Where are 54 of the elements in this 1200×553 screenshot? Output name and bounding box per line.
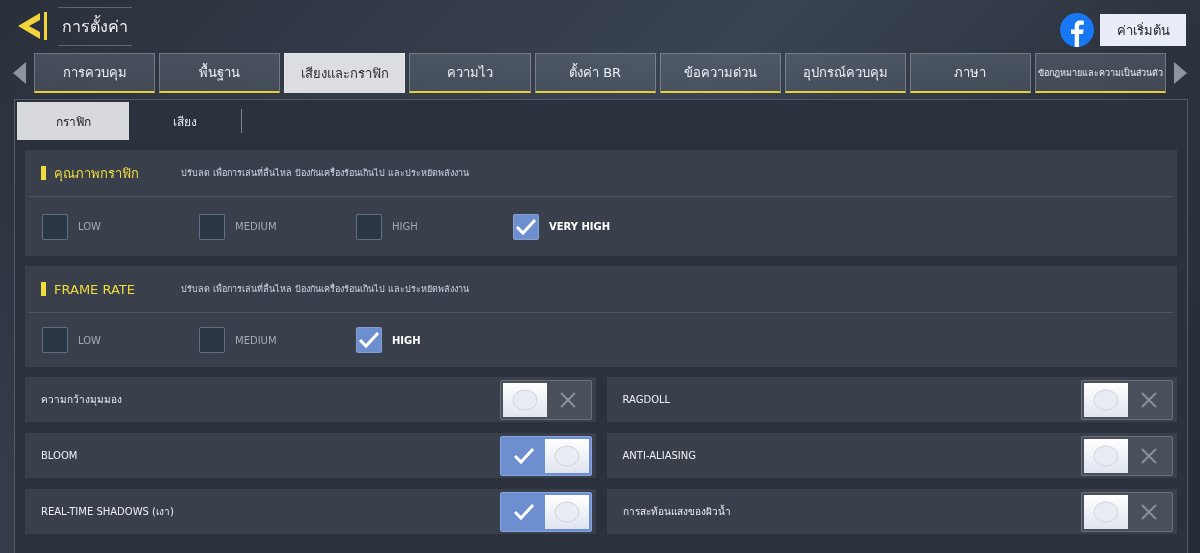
check-icon <box>358 331 380 349</box>
section-title: FRAME RATE <box>41 281 181 297</box>
check-icon <box>515 217 537 236</box>
section-hint: ปรับลด เพื่อการเล่นที่ลื่นไหล ป้องกันเครื่องร้อนเกินไป และประหยัดพลังงาน <box>181 282 469 296</box>
knob-icon <box>553 444 580 467</box>
toggle-switch[interactable] <box>499 435 592 476</box>
setting-label: RAGDOLL <box>622 394 671 405</box>
option-label: LOW <box>78 334 101 346</box>
setting-label: ANTI-ALIASING <box>622 450 696 461</box>
option-label: LOW <box>78 221 101 232</box>
checkbox[interactable] <box>199 213 225 240</box>
knob-icon <box>1093 388 1119 411</box>
option-label: MEDIUM <box>235 334 277 346</box>
page-title: การตั้งค่า <box>58 6 132 46</box>
tab[interactable]: ความไว <box>409 53 531 93</box>
tab[interactable]: อุปกรณ์ควบคุม <box>784 53 906 93</box>
option-label: HIGH <box>392 334 421 346</box>
option-label: VERY HIGH <box>549 221 611 232</box>
close-icon <box>1140 502 1158 521</box>
reset-button[interactable]: ค่าเริ่มต้น <box>1100 14 1186 46</box>
checkbox[interactable] <box>42 327 68 353</box>
close-icon <box>1140 390 1158 409</box>
tab[interactable]: ตั้งค่า BR <box>534 53 656 93</box>
checkbox[interactable] <box>356 213 382 240</box>
sub-tab[interactable]: กราฟิก <box>17 102 129 140</box>
section-hint: ปรับลด เพื่อการเล่นที่ลื่นไหล ป้องกันเครื่องร้อนเกินไป และประหยัดพลังงาน <box>181 166 469 180</box>
setting-label: ความกว้างมุมมอง <box>41 393 122 407</box>
checkbox[interactable] <box>513 213 539 240</box>
option-label: MEDIUM <box>235 221 277 232</box>
check-icon <box>512 502 535 521</box>
tab[interactable]: การควบคุม <box>34 53 156 93</box>
close-icon <box>558 390 577 409</box>
tab[interactable]: ภาษา <box>909 53 1031 93</box>
tab[interactable]: เสียงและกราฟิก <box>284 53 406 93</box>
knob-icon <box>553 500 580 523</box>
checkbox[interactable] <box>199 327 225 353</box>
knob-icon <box>1093 500 1119 523</box>
toggle-switch[interactable] <box>499 491 592 532</box>
tab[interactable]: พื้นฐาน <box>159 53 281 93</box>
tab[interactable]: ข้อความด่วน <box>659 53 781 93</box>
section-title: คุณภาพกราฟิก <box>41 162 181 184</box>
close-icon <box>1140 446 1158 465</box>
tab[interactable]: ข้อกฎหมายและความเป็นส่วนตัว <box>1035 53 1166 93</box>
setting-label: การสะท้อนแสงของผิวน้ำ <box>622 504 731 519</box>
check-icon <box>512 446 535 465</box>
option-label: HIGH <box>392 221 418 232</box>
knob-icon <box>511 388 538 411</box>
sub-tab[interactable]: เสียง <box>129 102 241 140</box>
setting-label: REAL-TIME SHADOWS (เงา) <box>41 505 174 519</box>
facebook-icon[interactable] <box>1060 13 1094 47</box>
knob-icon <box>1093 444 1119 467</box>
checkbox[interactable] <box>356 327 382 353</box>
setting-label: BLOOM <box>41 450 78 461</box>
checkbox[interactable] <box>42 213 68 240</box>
